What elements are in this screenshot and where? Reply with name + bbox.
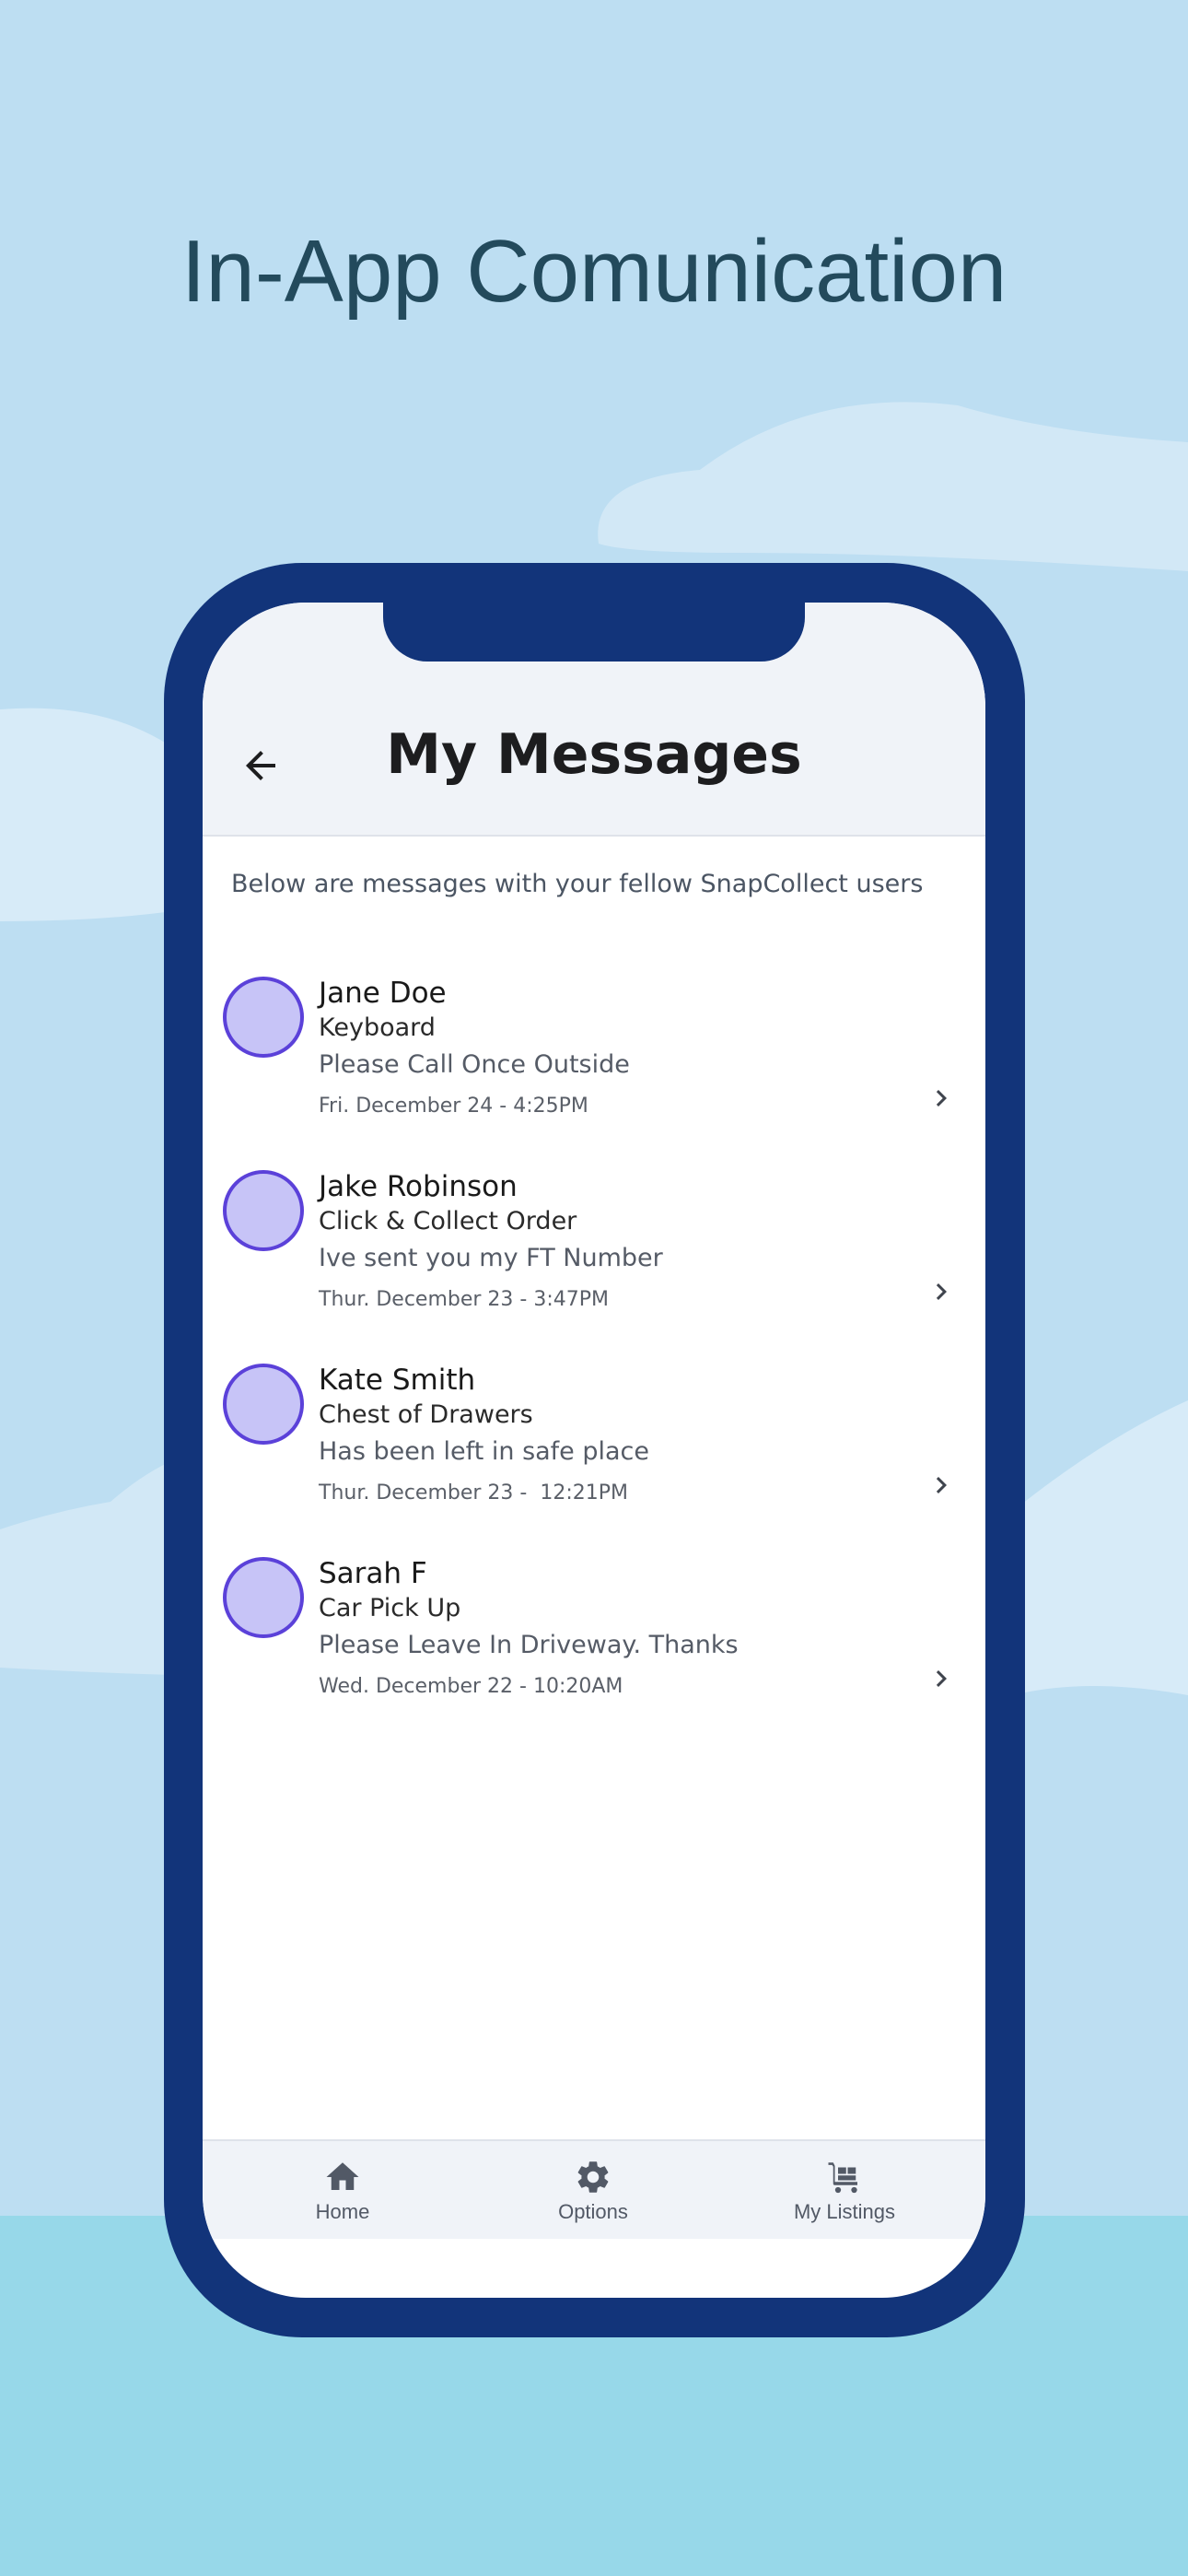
gear-icon: [577, 2161, 609, 2193]
nav-home[interactable]: Home: [250, 2158, 435, 2224]
message-preview: Please Call Once Outside: [319, 1050, 630, 1079]
message-item[interactable]: Kate Smith Chest of Drawers Has been lef…: [203, 1358, 985, 1551]
nav-my-listings[interactable]: My Listings: [752, 2158, 937, 2224]
message-timestamp: Thur. December 23 - 12:21PM: [319, 1481, 628, 1505]
headline: In-App Comunication: [181, 222, 1007, 321]
nav-home-label: Home: [315, 2200, 370, 2223]
phone-notch: [383, 603, 805, 662]
bottom-nav: Home Options My Listings: [203, 2139, 985, 2239]
chevron-right-icon[interactable]: [925, 1082, 958, 1115]
message-subject: Car Pick Up: [319, 1594, 461, 1622]
message-subject: Click & Collect Order: [319, 1207, 577, 1235]
nav-options[interactable]: Options: [501, 2158, 685, 2224]
avatar: [223, 1170, 304, 1251]
message-timestamp: Wed. December 22 - 10:20AM: [319, 1675, 623, 1698]
intro-text: Below are messages with your fellow Snap…: [231, 870, 924, 898]
message-preview: Ive sent you my FT Number: [319, 1244, 663, 1272]
nav-options-label: Options: [558, 2200, 628, 2223]
message-sender: Kate Smith: [319, 1364, 476, 1397]
phone-frame: My Messages Below are messages with your…: [164, 563, 1025, 2337]
message-subject: Chest of Drawers: [319, 1400, 533, 1429]
message-sender: Jane Doe: [319, 977, 447, 1010]
message-sender: Sarah F: [319, 1557, 427, 1590]
page-title: My Messages: [386, 722, 802, 787]
chevron-right-icon[interactable]: [925, 1275, 958, 1308]
avatar: [223, 1557, 304, 1638]
message-preview: Please Leave In Driveway. Thanks: [319, 1631, 739, 1659]
avatar: [223, 977, 304, 1058]
home-icon: [326, 2162, 359, 2190]
message-timestamp: Thur. December 23 - 3:47PM: [319, 1288, 609, 1311]
avatar: [223, 1364, 304, 1445]
message-sender: Jake Robinson: [319, 1170, 518, 1203]
message-timestamp: Fri. December 24 - 4:25PM: [319, 1095, 588, 1118]
message-item[interactable]: Jake Robinson Click & Collect Order Ive …: [203, 1165, 985, 1358]
message-item[interactable]: Jane Doe Keyboard Please Call Once Outsi…: [203, 971, 985, 1165]
message-list: Jane Doe Keyboard Please Call Once Outsi…: [203, 971, 985, 1745]
chevron-right-icon[interactable]: [925, 1469, 958, 1502]
message-item[interactable]: Sarah F Car Pick Up Please Leave In Driv…: [203, 1551, 985, 1745]
cart-icon: [828, 2162, 857, 2194]
nav-my-listings-label: My Listings: [793, 2200, 896, 2223]
message-preview: Has been left in safe place: [319, 1437, 650, 1466]
message-subject: Keyboard: [319, 1013, 436, 1042]
phone-screen: My Messages Below are messages with your…: [203, 603, 985, 2298]
chevron-right-icon[interactable]: [925, 1662, 958, 1695]
